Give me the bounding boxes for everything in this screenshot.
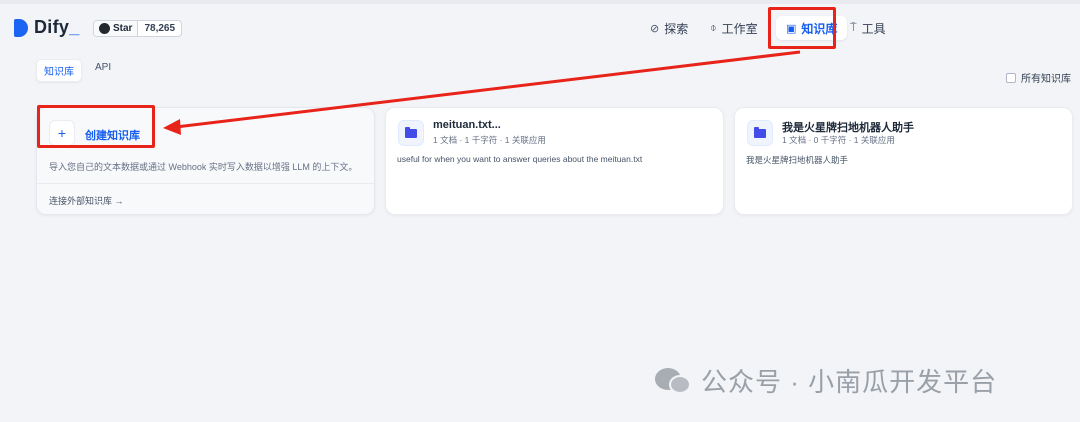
- kb-description: 我是火星牌扫地机器人助手: [746, 155, 849, 165]
- all-kb-label: 所有知识库: [1021, 74, 1071, 85]
- knowledge-base-card[interactable]: 我是火星牌扫地机器人助手 1 文档 · 0 千字符 · 1 关联应用 我是火星牌…: [734, 107, 1073, 215]
- dify-logo-icon: [14, 18, 28, 37]
- github-icon: [99, 23, 110, 34]
- kb-name: 我是火星牌扫地机器人助手: [782, 122, 914, 134]
- kb-name: meituan.txt...: [433, 119, 501, 131]
- nav-studio[interactable]: ⌽ 工作室: [710, 16, 758, 40]
- watermark-text: 公众号 · 小南瓜开发平台: [701, 367, 998, 397]
- connect-external-kb-link[interactable]: 连接外部知识库 →: [49, 194, 124, 207]
- robot-icon: ⌽: [710, 21, 717, 34]
- kb-description: useful for when you want to answer queri…: [397, 154, 643, 164]
- wechat-icon: [655, 366, 693, 396]
- nav-tools[interactable]: ⍑ 工具: [850, 16, 886, 40]
- knowledge-base-card[interactable]: meituan.txt... 1 文档 · 1 千字符 · 1 关联应用 use…: [385, 107, 724, 215]
- tab-api[interactable]: API: [88, 59, 118, 82]
- compass-icon: ⊘: [650, 22, 660, 35]
- github-star-button[interactable]: Star 78,265: [93, 20, 183, 37]
- nav-explore[interactable]: ⊘ 探索: [650, 16, 688, 40]
- tab-knowledge[interactable]: 知识库: [36, 59, 82, 82]
- card-divider: [37, 183, 374, 184]
- dify-logo[interactable]: Dify_: [14, 17, 80, 38]
- top-header: Dify_ Star 78,265 ⊘ 探索 ⌽ 工作室 ▣ 知识库 ⍑ 工具: [0, 4, 1080, 48]
- all-kb-checkbox[interactable]: [1006, 72, 1016, 83]
- all-kb-filter[interactable]: 所有知识库: [1006, 70, 1071, 85]
- annotation-box-nav: [768, 7, 836, 49]
- star-label: Star: [113, 23, 133, 34]
- star-count: 78,265: [144, 23, 176, 34]
- tab-bar: 知识库 API: [36, 59, 118, 82]
- watermark: 公众号 · 小南瓜开发平台: [655, 362, 997, 399]
- folder-icon: [747, 120, 773, 146]
- folder-icon: [398, 120, 424, 146]
- kb-meta: 1 文档 · 0 千字符 · 1 关联应用: [782, 135, 895, 145]
- annotation-box-create: [37, 105, 155, 148]
- kb-meta: 1 文档 · 1 千字符 · 1 关联应用: [433, 135, 546, 145]
- hammer-icon: ⍑: [850, 21, 857, 34]
- create-knowledge-description: 导入您自己的文本数据或通过 Webhook 实时写入数据以增强 LLM 的上下文…: [49, 162, 358, 172]
- logo-text: Dify_: [34, 17, 80, 37]
